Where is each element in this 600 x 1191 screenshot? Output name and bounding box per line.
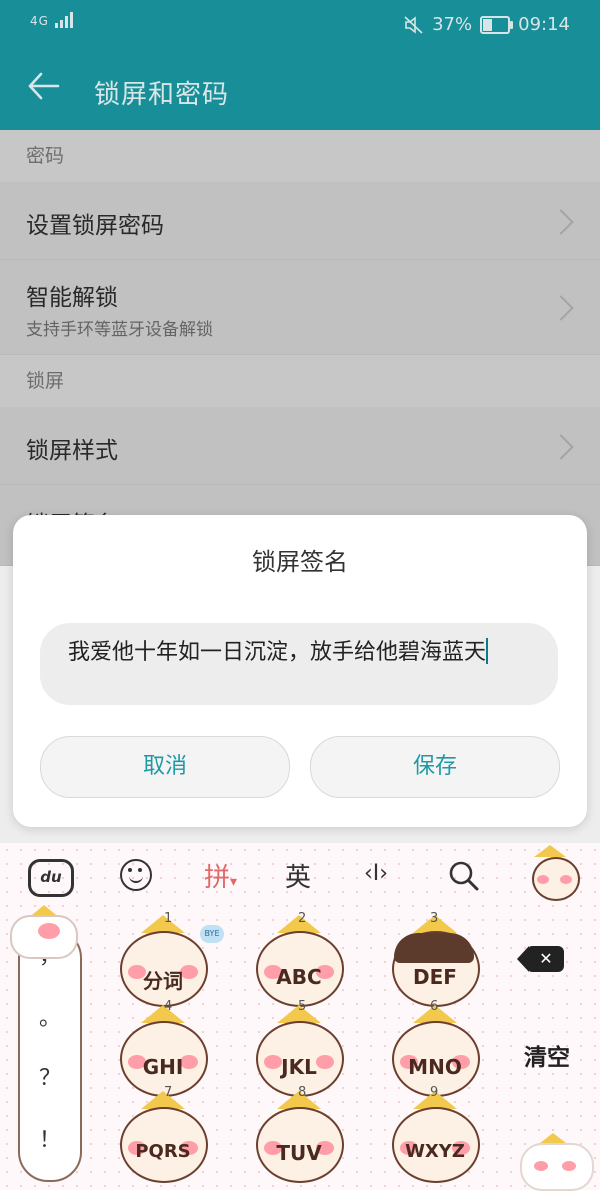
du-logo-icon[interactable]: du	[28, 859, 74, 897]
punct-exclaim[interactable]: ！	[20, 1122, 80, 1154]
cursor-icon[interactable]: ‹I›	[364, 861, 388, 886]
delete-icon[interactable]: ✕	[517, 946, 564, 972]
key-2[interactable]: 2 ABC	[244, 911, 354, 1013]
key-1[interactable]: 1 分词 BYE	[108, 911, 224, 1013]
english-toggle[interactable]: 英	[285, 857, 311, 894]
search-icon[interactable]	[448, 860, 480, 892]
signature-input-value: 我爱他十年如一日沉淀，放手给他碧海蓝天	[68, 638, 489, 665]
dialog-title: 锁屏签名	[252, 548, 348, 576]
emoji-icon[interactable]	[120, 859, 152, 891]
keyboard: du 拼▾ 英 ‹I› ， 。 ？ ！ 1	[0, 843, 600, 1191]
key-8[interactable]: 8 TUV	[244, 1085, 354, 1189]
signature-input[interactable]: 我爱他十年如一日沉淀，放手给他碧海蓝天	[40, 623, 558, 705]
pinyin-toggle[interactable]: 拼▾	[204, 857, 237, 894]
mascot-corner-icon	[528, 845, 584, 915]
key-3[interactable]: 3 DEF	[380, 911, 490, 1013]
key-9[interactable]: 9 WXYZ	[380, 1085, 490, 1189]
clear-button[interactable]: 清空	[524, 1038, 570, 1072]
text-caret	[486, 638, 489, 664]
cancel-button[interactable]: 取消	[40, 736, 290, 798]
mascot-bottom-icon	[520, 1133, 594, 1191]
key-7[interactable]: 7 PQRS	[108, 1085, 218, 1189]
bye-bubble-icon: BYE	[200, 925, 224, 943]
screen: 4G 37% 09:14 锁屏和密码 密码 设置锁屏密码 智能解锁 支持手环等蓝…	[0, 0, 600, 1191]
save-button[interactable]: 保存	[310, 736, 560, 798]
punctuation-column[interactable]: ， 。 ？ ！	[18, 928, 82, 1182]
mascot-cloud-icon	[10, 905, 78, 959]
punct-question[interactable]: ？	[20, 1060, 80, 1092]
key-4[interactable]: 4 GHI	[108, 999, 218, 1103]
signature-dialog: 锁屏签名 我爱他十年如一日沉淀，放手给他碧海蓝天 取消 保存	[13, 515, 587, 827]
punct-period[interactable]: 。	[20, 1000, 80, 1032]
